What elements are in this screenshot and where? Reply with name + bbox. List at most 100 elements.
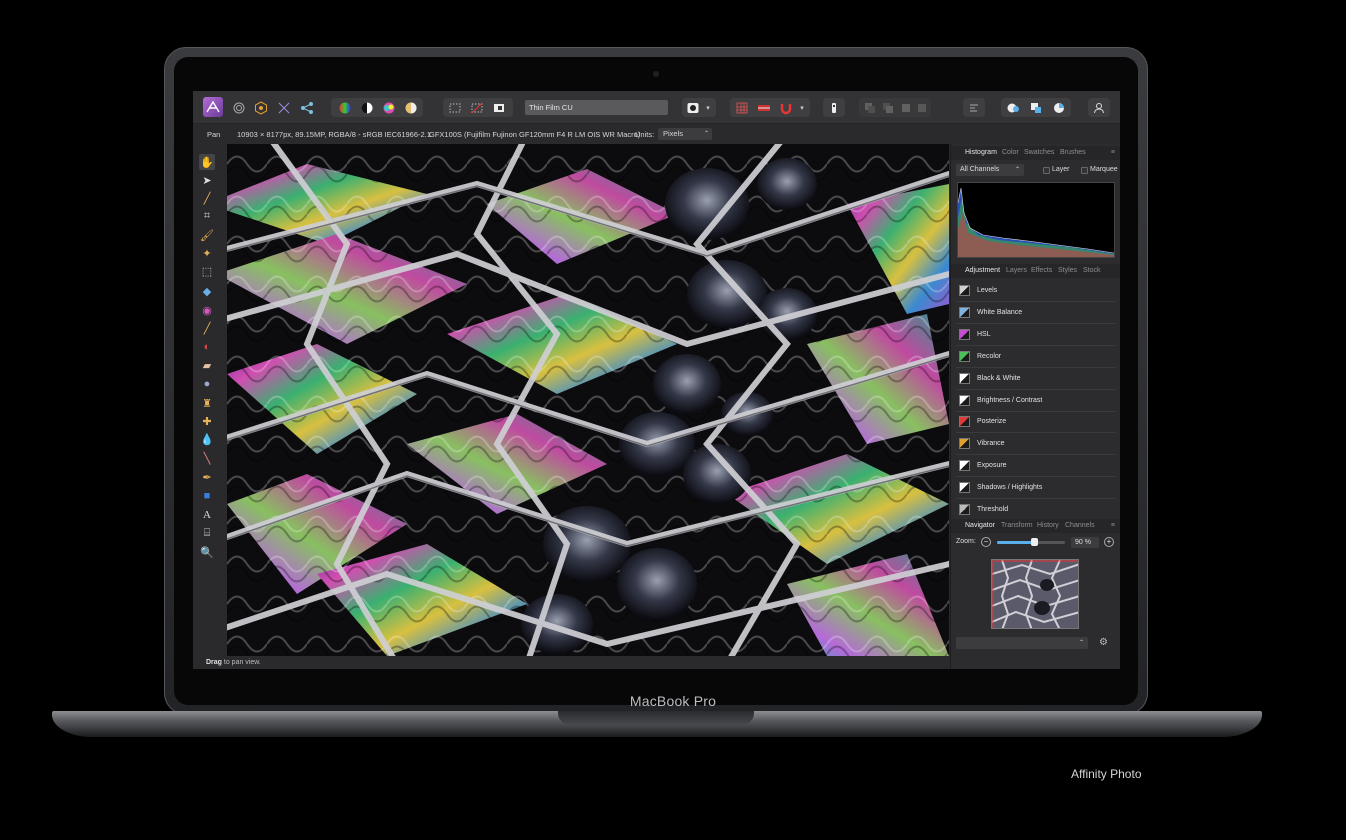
- arrange-back-icon[interactable]: [863, 98, 877, 117]
- gradient-tool-icon[interactable]: ◉: [199, 302, 215, 318]
- navigator-menu-icon[interactable]: ≡: [1111, 522, 1115, 529]
- account-icon[interactable]: [1091, 98, 1107, 117]
- adjustment-item[interactable]: Threshold: [956, 499, 1116, 521]
- vibrance-icon: [959, 438, 970, 450]
- selection-brush-icon[interactable]: 🖌: [199, 227, 215, 243]
- units-chevron-icon: ⌃: [703, 131, 709, 137]
- zoom-slider-handle[interactable]: [1031, 538, 1039, 546]
- color-replacement-icon[interactable]: ◐: [199, 339, 215, 355]
- product-shot: Thin Film CU ▾ ▾ Pan 10903 × 8177px, 89.…: [0, 0, 1346, 840]
- table-tool-icon[interactable]: ⌸: [199, 525, 215, 541]
- snapping-magnet-icon[interactable]: [778, 98, 794, 117]
- deselect-icon[interactable]: [469, 98, 485, 117]
- tab-effects[interactable]: Effects: [1031, 267, 1052, 274]
- tab-transform[interactable]: Transform: [1001, 522, 1033, 529]
- arrange-front-icon[interactable]: [915, 98, 929, 117]
- tab-stock[interactable]: Stock: [1083, 267, 1101, 274]
- brush-mode-group: ▾: [682, 98, 716, 117]
- zoom-value-field[interactable]: 90 %: [1071, 537, 1099, 548]
- zoom-slider[interactable]: [997, 538, 1065, 546]
- liquify-persona-icon[interactable]: [231, 98, 247, 117]
- color-wheel-icon[interactable]: [381, 98, 397, 117]
- tab-styles[interactable]: Styles: [1058, 267, 1077, 274]
- move-tool-icon[interactable]: ➤: [199, 172, 215, 188]
- navigator-settings-gear-icon[interactable]: ⚙: [1099, 637, 1108, 648]
- zoom-in-icon[interactable]: +: [1104, 537, 1114, 547]
- brush-dropdown-icon[interactable]: ▾: [703, 98, 713, 117]
- develop-persona-icon[interactable]: [253, 98, 269, 117]
- studio-panels: Histogram Color Swatches Brushes ≡ All C…: [950, 143, 1120, 669]
- view-mode-icon[interactable]: [1027, 98, 1045, 117]
- white-balance-quick-icon[interactable]: [403, 98, 419, 117]
- layer-checkbox[interactable]: [1043, 167, 1050, 174]
- healing-brush-icon[interactable]: ✚: [199, 413, 215, 429]
- channels-select[interactable]: All Channels ⌃: [956, 164, 1024, 176]
- marquee-checkbox[interactable]: [1081, 167, 1088, 174]
- zoom-tool-icon[interactable]: 🔍: [199, 544, 215, 560]
- brush-icon[interactable]: [684, 98, 702, 117]
- adjustment-item[interactable]: Recolor: [956, 346, 1116, 368]
- align-icon[interactable]: [966, 98, 982, 117]
- erase-brush-icon[interactable]: ▰: [199, 357, 215, 373]
- arrange-backward-icon[interactable]: [881, 98, 895, 117]
- rectangle-tool-icon[interactable]: ■: [199, 488, 215, 504]
- levels-icon: [959, 285, 970, 296]
- color-picker-icon[interactable]: ╱: [199, 190, 215, 206]
- clone-brush-icon[interactable]: ♜: [199, 395, 215, 411]
- adjustment-item[interactable]: Shadows / Highlights: [956, 477, 1116, 500]
- guides-icon[interactable]: [756, 98, 772, 117]
- document-canvas[interactable]: [227, 144, 949, 656]
- snapping-dropdown-icon[interactable]: ▾: [796, 98, 808, 117]
- flood-fill-icon[interactable]: ◆: [199, 283, 215, 299]
- view-tool-icon[interactable]: ✋: [199, 154, 215, 170]
- rectangular-marquee-icon[interactable]: ⬚: [199, 263, 215, 279]
- device-label: MacBook Pro: [629, 693, 717, 709]
- tone-mapping-persona-icon[interactable]: [276, 98, 292, 117]
- adjustment-item[interactable]: Brightness / Contrast: [956, 390, 1116, 412]
- tab-layers[interactable]: Layers: [1006, 267, 1027, 274]
- adjustment-item[interactable]: Black & White: [956, 368, 1116, 390]
- current-tool-label: Pan: [207, 130, 221, 139]
- tab-brushes[interactable]: Brushes: [1060, 149, 1086, 156]
- blur-brush-icon[interactable]: 💧: [199, 431, 215, 447]
- tab-swatches[interactable]: Swatches: [1024, 149, 1054, 156]
- zoom-out-icon[interactable]: −: [981, 537, 991, 547]
- tab-histogram[interactable]: Histogram: [965, 149, 997, 156]
- toggle-ui-icon[interactable]: [1004, 98, 1022, 117]
- studio-presets-icon[interactable]: [1050, 98, 1068, 117]
- assistant-icon[interactable]: [826, 98, 842, 117]
- arrange-forward-icon[interactable]: [899, 98, 913, 117]
- adjustment-item-label: Vibrance: [977, 440, 1005, 448]
- dodge-brush-icon[interactable]: ●: [199, 376, 215, 392]
- black-white-quick-icon[interactable]: [359, 98, 375, 117]
- adjustment-item[interactable]: HSL: [956, 324, 1116, 346]
- tab-history[interactable]: History: [1037, 522, 1059, 529]
- navigator-thumbnail[interactable]: [991, 559, 1079, 629]
- adjustment-item[interactable]: White Balance: [956, 302, 1116, 324]
- export-persona-icon[interactable]: [299, 98, 315, 117]
- adjustment-item[interactable]: Exposure: [956, 455, 1116, 478]
- status-hint-bold: Drag: [206, 659, 222, 666]
- crop-tool-icon[interactable]: ⌗: [199, 208, 215, 224]
- document-name-field[interactable]: Thin Film CU: [525, 100, 668, 115]
- levels-quick-icon[interactable]: [337, 98, 353, 117]
- tab-adjustment[interactable]: Adjustment: [965, 267, 1000, 274]
- pen-tool-icon[interactable]: ✒: [199, 469, 215, 485]
- adjustment-item[interactable]: Levels: [956, 280, 1116, 302]
- tab-color[interactable]: Color: [1002, 149, 1019, 156]
- panel-menu-icon[interactable]: ≡: [1111, 149, 1115, 156]
- marquee-select-icon[interactable]: [447, 98, 463, 117]
- invert-selection-icon[interactable]: [491, 98, 507, 117]
- paint-brush-icon[interactable]: ╱: [199, 320, 215, 336]
- mesh-warp-icon[interactable]: ╲: [199, 450, 215, 466]
- navigator-view-select[interactable]: ⌃: [956, 637, 1088, 649]
- text-tool-icon[interactable]: A: [199, 507, 215, 523]
- adjustment-item[interactable]: Vibrance: [956, 433, 1116, 456]
- tab-channels[interactable]: Channels: [1065, 522, 1095, 529]
- adjustment-item[interactable]: Posterize: [956, 411, 1116, 434]
- grid-icon[interactable]: [734, 98, 750, 117]
- flood-select-icon[interactable]: ✦: [199, 245, 215, 261]
- units-select[interactable]: Pixels ⌃: [658, 128, 712, 140]
- photo-persona-icon[interactable]: [203, 97, 223, 117]
- tab-navigator[interactable]: Navigator: [965, 522, 995, 529]
